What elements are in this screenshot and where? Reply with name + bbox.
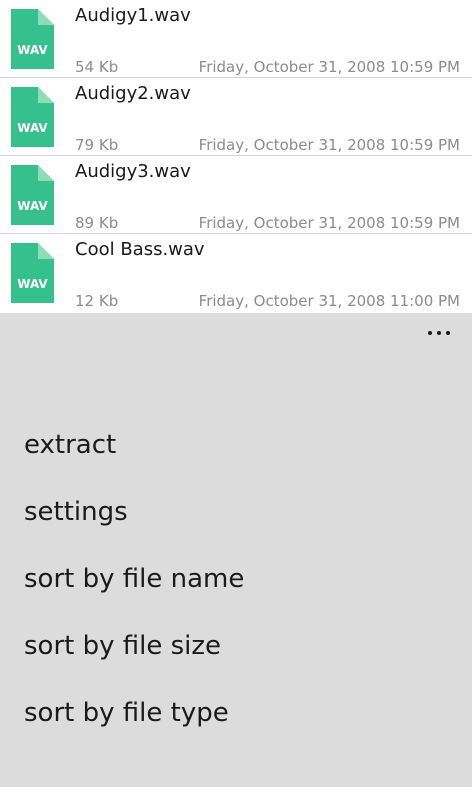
menu-item-sort-by-file-type[interactable]: sort by file type <box>0 681 472 748</box>
wav-icon-label: WAV <box>17 43 48 57</box>
file-list: WAV Audigy1.wav 54 Kb Friday, October 31… <box>0 0 472 312</box>
file-name: Cool Bass.wav <box>75 239 205 260</box>
file-name: Audigy3.wav <box>75 161 191 182</box>
file-date: Friday, October 31, 2008 10:59 PM <box>198 214 460 232</box>
wav-icon-label: WAV <box>17 199 48 213</box>
ellipsis-dot <box>446 331 450 335</box>
file-name: Audigy2.wav <box>75 83 191 104</box>
more-ellipsis-icon[interactable] <box>422 321 456 345</box>
file-date: Friday, October 31, 2008 10:59 PM <box>198 58 460 76</box>
ellipsis-dot <box>428 331 432 335</box>
file-row[interactable]: WAV Audigy3.wav 89 Kb Friday, October 31… <box>0 156 472 234</box>
file-name: Audigy1.wav <box>75 5 191 26</box>
file-size: 89 Kb <box>75 214 119 232</box>
file-row[interactable]: WAV Audigy1.wav 54 Kb Friday, October 31… <box>0 0 472 78</box>
wav-file-icon: WAV <box>11 87 54 147</box>
menu-item-sort-by-file-name[interactable]: sort by file name <box>0 547 472 614</box>
file-size: 79 Kb <box>75 136 119 154</box>
file-size: 12 Kb <box>75 292 119 310</box>
wav-icon-label: WAV <box>17 121 48 135</box>
ellipsis-dot <box>437 331 441 335</box>
wav-file-icon: WAV <box>11 9 54 69</box>
menu-item-sort-by-file-size[interactable]: sort by file size <box>0 614 472 681</box>
menu-item-extract[interactable]: extract <box>0 413 472 480</box>
wav-icon-label: WAV <box>17 277 48 291</box>
app-bar-menu-list: extract settings sort by file name sort … <box>0 413 472 748</box>
file-date: Friday, October 31, 2008 10:59 PM <box>198 136 460 154</box>
wav-file-icon: WAV <box>11 243 54 303</box>
wav-file-icon: WAV <box>11 165 54 225</box>
file-row[interactable]: WAV Cool Bass.wav 12 Kb Friday, October … <box>0 234 472 312</box>
app-bar-menu: extract settings sort by file name sort … <box>0 313 472 787</box>
file-row[interactable]: WAV Audigy2.wav 79 Kb Friday, October 31… <box>0 78 472 156</box>
file-date: Friday, October 31, 2008 11:00 PM <box>198 292 460 310</box>
menu-item-settings[interactable]: settings <box>0 480 472 547</box>
file-size: 54 Kb <box>75 58 119 76</box>
